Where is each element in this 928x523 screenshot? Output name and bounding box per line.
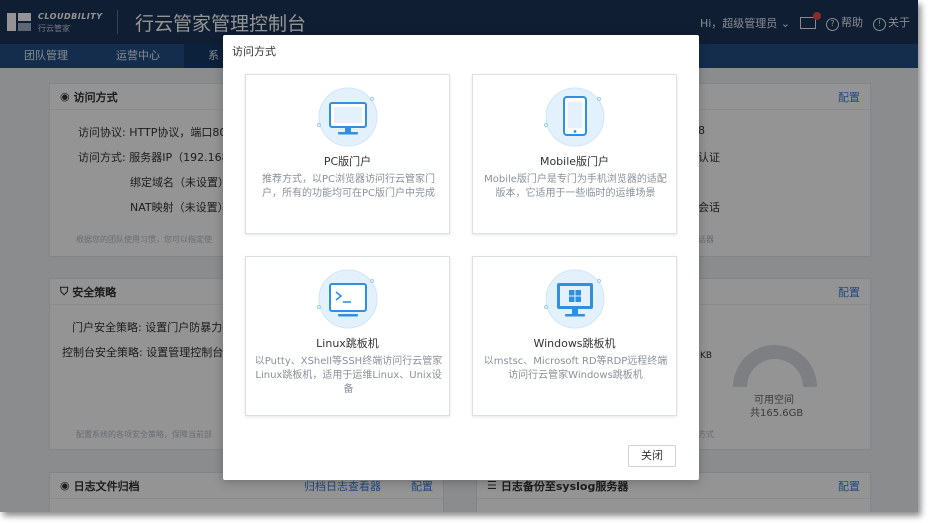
card-linux-jump[interactable]: Linux跳板机 以Putty、XShell等SSH终端访问行云管家Linux跳… xyxy=(245,256,450,416)
dialog-title: 访问方式 xyxy=(232,45,276,58)
card-linux-title: Linux跳板机 xyxy=(316,337,379,350)
card-windows-jump[interactable]: Windows跳板机 以mstsc、Microsoft RD等RDP远程终端访问… xyxy=(472,256,677,416)
card-pc-portal[interactable]: PC版门户 推荐方式，以PC浏览器访问行云管家门户，所有的功能均可在PC版门户中… xyxy=(245,74,450,234)
card-windows-desc: 以mstsc、Microsoft RD等RDP远程终端访问行云管家Windows… xyxy=(483,356,668,381)
card-mobile-portal[interactable]: Mobile版门户 Mobile版门户是专门为手机浏览器的适配版本，它适用于一些… xyxy=(472,74,677,234)
card-mobile-title: Mobile版门户 xyxy=(539,155,610,168)
card-windows-title: Windows跳板机 xyxy=(533,337,616,350)
mobile-icon xyxy=(544,87,605,147)
app-window: CLOUDBILITY 行云管家 行云管家管理控制台 Hi，超级管理员 ⌄ ? 帮… xyxy=(0,0,918,512)
card-linux-desc: 以Putty、XShell等SSH终端访问行云管家Linux跳板机，适用于运维L… xyxy=(254,356,443,395)
card-pc-title: PC版门户 xyxy=(323,155,372,168)
card-pc-desc: 推荐方式，以PC浏览器访问行云管家门户，所有的功能均可在PC版门户中完成 xyxy=(261,174,435,199)
monitor-icon xyxy=(317,87,378,147)
terminal-icon xyxy=(317,269,378,329)
close-button[interactable]: 关闭 xyxy=(628,445,676,467)
access-method-dialog: 访问方式 PC版门户 推荐方式，以PC浏览器访问行云管家门户，所有的功能均可在P… xyxy=(223,35,699,480)
card-mobile-desc: Mobile版门户是专门为手机浏览器的适配版本，它适用于一些临时的运维场景 xyxy=(484,174,667,199)
windows-icon xyxy=(544,269,605,329)
